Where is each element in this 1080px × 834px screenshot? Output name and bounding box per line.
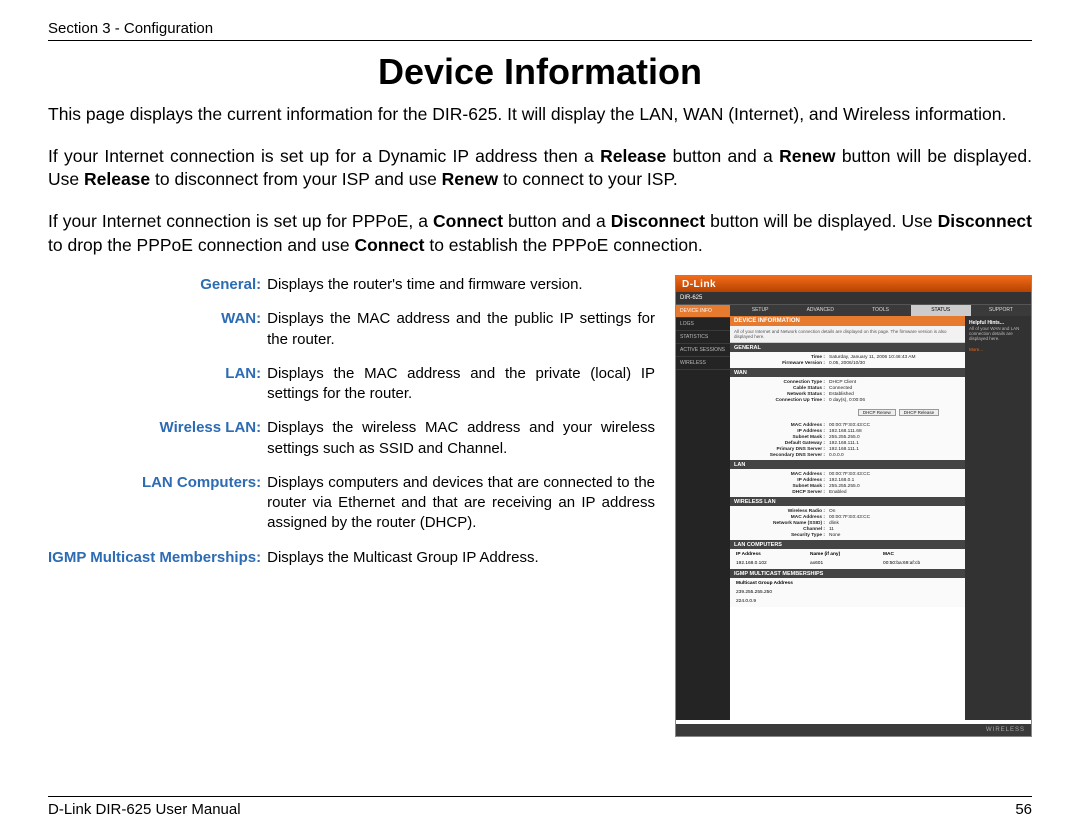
text: button and a [503, 211, 611, 231]
hints-panel: Helpful Hints... All of your WAN and LAN… [965, 316, 1031, 720]
bold: Release [600, 146, 666, 166]
text: If your Internet connection is set up fo… [48, 211, 433, 231]
panel-desc: All of your Internet and Network connect… [730, 326, 965, 343]
def-term: LAN: [48, 364, 267, 419]
sidebar: DEVICE INFOLOGSSTATISTICSACTIVE SESSIONS… [676, 305, 730, 720]
text: button and a [666, 146, 779, 166]
intro-para-1: This page displays the current informati… [48, 103, 1032, 127]
text: If your Internet connection is set up fo… [48, 146, 600, 166]
text: button will be displayed. Use [705, 211, 938, 231]
bold: Renew [442, 169, 498, 189]
page-title: Device Information [48, 51, 1032, 93]
bold: Renew [779, 146, 835, 166]
router-screenshot: D-Link DIR-625 DEVICE INFOLOGSSTATISTICS… [675, 275, 1032, 737]
text: to establish the PPPoE connection. [424, 235, 702, 255]
section-header: Section 3 - Configuration [48, 20, 1032, 41]
bold: Disconnect [938, 211, 1032, 231]
tab-bar: SETUPADVANCEDTOOLSSTATUSSUPPORT [730, 305, 1031, 316]
bold: Disconnect [611, 211, 705, 231]
page-footer: D-Link DIR-625 User Manual 56 [48, 796, 1032, 818]
brand-logo: D-Link [682, 279, 716, 290]
def-desc: Displays the MAC address and the public … [267, 309, 655, 364]
def-desc: Displays computers and devices that are … [267, 473, 655, 548]
intro-para-2: If your Internet connection is set up fo… [48, 145, 1032, 192]
model-label: DIR-625 [680, 295, 702, 301]
bold: Connect [433, 211, 503, 231]
def-term: LAN Computers: [48, 473, 267, 548]
def-term: General: [48, 275, 267, 309]
text: to disconnect from your ISP and use [150, 169, 442, 189]
intro-para-3: If your Internet connection is set up fo… [48, 210, 1032, 257]
panel-title: DEVICE INFORMATION [730, 316, 965, 326]
def-desc: Displays the MAC address and the private… [267, 364, 655, 419]
def-term: WAN: [48, 309, 267, 364]
definitions-list: General:Displays the router's time and f… [48, 275, 655, 582]
text: to drop the PPPoE connection and use [48, 235, 354, 255]
screenshot-footer: WIRELESS [676, 724, 1031, 736]
footer-left: D-Link DIR-625 User Manual [48, 801, 241, 818]
hints-more: More... [969, 347, 1027, 352]
hints-body: All of your WAN and LAN connection detai… [969, 326, 1019, 341]
def-desc: Displays the router's time and firmware … [267, 275, 655, 309]
def-term: IGMP Multicast Memberships: [48, 548, 267, 582]
def-desc: Displays the wireless MAC address and yo… [267, 418, 655, 473]
bold: Release [84, 169, 150, 189]
def-desc: Displays the Multicast Group IP Address. [267, 548, 655, 582]
footer-right: 56 [1015, 801, 1032, 818]
text: to connect to your ISP. [498, 169, 678, 189]
bold: Connect [354, 235, 424, 255]
def-term: Wireless LAN: [48, 418, 267, 473]
